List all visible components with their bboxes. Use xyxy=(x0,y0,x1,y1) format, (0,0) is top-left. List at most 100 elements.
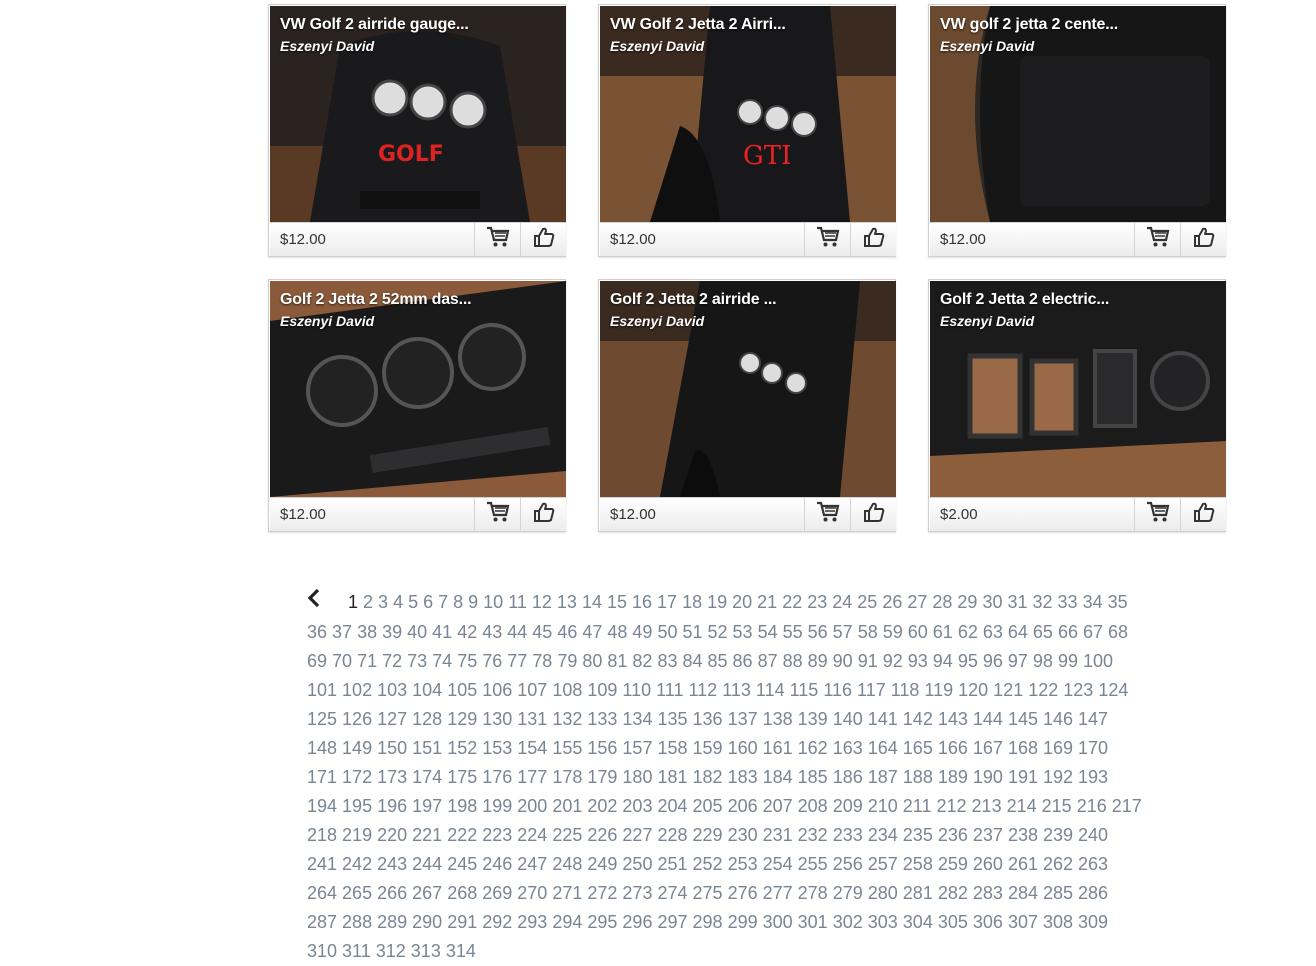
page-link[interactable]: 234 xyxy=(868,821,898,850)
page-link[interactable]: 279 xyxy=(833,879,863,908)
product-title[interactable]: VW golf 2 jetta 2 cente... xyxy=(940,16,1118,34)
page-link[interactable]: 39 xyxy=(382,618,402,647)
page-link[interactable]: 173 xyxy=(377,763,407,792)
page-link[interactable]: 9 xyxy=(468,588,478,617)
page-link[interactable]: 107 xyxy=(517,676,547,705)
page-link[interactable]: 169 xyxy=(1043,734,1073,763)
page-link[interactable]: 166 xyxy=(938,734,968,763)
page-link[interactable]: 23 xyxy=(807,588,827,617)
page-link[interactable]: 265 xyxy=(342,879,372,908)
product-title[interactable]: Golf 2 Jetta 2 airride ... xyxy=(610,291,777,309)
page-link[interactable]: 87 xyxy=(758,647,778,676)
page-link[interactable]: 178 xyxy=(552,763,582,792)
product-title[interactable]: VW Golf 2 airride gauge... xyxy=(280,16,469,34)
page-link[interactable]: 199 xyxy=(482,792,512,821)
product-title[interactable]: VW Golf 2 Jetta 2 Airri... xyxy=(610,16,786,34)
page-link[interactable]: 117 xyxy=(857,676,886,705)
page-link[interactable]: 13 xyxy=(557,588,577,617)
page-link[interactable]: 62 xyxy=(958,618,978,647)
page-link[interactable]: 2 xyxy=(363,588,373,617)
page-link[interactable]: 99 xyxy=(1058,647,1078,676)
page-link[interactable]: 81 xyxy=(607,647,627,676)
page-link[interactable]: 46 xyxy=(557,618,577,647)
product-card[interactable]: Golf 2 Jetta 2 airride ... Eszenyi David… xyxy=(598,279,896,532)
page-link[interactable]: 202 xyxy=(587,792,617,821)
page-link[interactable]: 186 xyxy=(833,763,863,792)
page-link[interactable]: 249 xyxy=(587,850,617,879)
page-link[interactable]: 230 xyxy=(728,821,758,850)
page-link[interactable]: 19 xyxy=(707,588,727,617)
page-link[interactable]: 124 xyxy=(1098,676,1128,705)
page-link[interactable]: 129 xyxy=(447,705,477,734)
page-link[interactable]: 308 xyxy=(1043,908,1073,937)
page-link[interactable]: 136 xyxy=(693,705,723,734)
page-link[interactable]: 123 xyxy=(1063,676,1093,705)
page-link[interactable]: 5 xyxy=(408,588,418,617)
page-link[interactable]: 162 xyxy=(798,734,828,763)
page-link[interactable]: 66 xyxy=(1058,618,1078,647)
page-link[interactable]: 144 xyxy=(973,705,1003,734)
page-link[interactable]: 133 xyxy=(587,705,617,734)
page-link[interactable]: 241 xyxy=(307,850,337,879)
page-link[interactable]: 58 xyxy=(858,618,878,647)
page-link[interactable]: 313 xyxy=(411,937,441,966)
page-link[interactable]: 59 xyxy=(883,618,903,647)
page-link[interactable]: 221 xyxy=(412,821,442,850)
page-link[interactable]: 227 xyxy=(622,821,652,850)
page-link[interactable]: 250 xyxy=(622,850,652,879)
page-link[interactable]: 208 xyxy=(798,792,828,821)
page-link[interactable]: 193 xyxy=(1078,763,1108,792)
page-link[interactable]: 57 xyxy=(833,618,853,647)
page-link[interactable]: 86 xyxy=(733,647,753,676)
page-link[interactable]: 292 xyxy=(482,908,512,937)
page-link[interactable]: 21 xyxy=(757,588,777,617)
page-link[interactable]: 254 xyxy=(763,850,793,879)
page-link[interactable]: 310 xyxy=(307,937,337,966)
page-link[interactable]: 233 xyxy=(833,821,863,850)
product-card[interactable]: GOLF VW Golf 2 airride gauge... Eszenyi … xyxy=(268,4,566,257)
page-link[interactable]: 298 xyxy=(693,908,723,937)
page-link[interactable]: 74 xyxy=(432,647,452,676)
page-link[interactable]: 305 xyxy=(938,908,968,937)
page-link[interactable]: 101 xyxy=(307,676,337,705)
page-link[interactable]: 174 xyxy=(412,763,442,792)
page-link[interactable]: 138 xyxy=(763,705,793,734)
page-link[interactable]: 37 xyxy=(332,618,352,647)
product-card[interactable]: Golf 2 Jetta 2 52mm das... Eszenyi David… xyxy=(268,279,566,532)
page-link[interactable]: 303 xyxy=(868,908,898,937)
page-link[interactable]: 25 xyxy=(857,588,877,617)
page-link[interactable]: 281 xyxy=(903,879,933,908)
page-link[interactable]: 237 xyxy=(973,821,1003,850)
page-link[interactable]: 188 xyxy=(903,763,933,792)
page-link[interactable]: 285 xyxy=(1043,879,1073,908)
page-link[interactable]: 143 xyxy=(938,705,968,734)
page-link[interactable]: 289 xyxy=(377,908,407,937)
page-link[interactable]: 122 xyxy=(1028,676,1058,705)
page-link[interactable]: 130 xyxy=(482,705,512,734)
product-author[interactable]: Eszenyi David xyxy=(610,313,704,329)
page-link[interactable]: 24 xyxy=(832,588,852,617)
page-link[interactable]: 223 xyxy=(482,821,512,850)
page-link[interactable]: 80 xyxy=(582,647,602,676)
page-link[interactable]: 156 xyxy=(587,734,617,763)
page-link[interactable]: 34 xyxy=(1083,588,1103,617)
page-link[interactable]: 307 xyxy=(1008,908,1038,937)
product-title[interactable]: Golf 2 Jetta 2 electric... xyxy=(940,291,1109,309)
page-link[interactable]: 198 xyxy=(447,792,477,821)
page-link[interactable]: 33 xyxy=(1058,588,1078,617)
page-link[interactable]: 45 xyxy=(532,618,552,647)
page-link[interactable]: 190 xyxy=(973,763,1003,792)
page-link[interactable]: 176 xyxy=(482,763,512,792)
page-link[interactable]: 53 xyxy=(733,618,753,647)
page-link[interactable]: 64 xyxy=(1008,618,1028,647)
page-link[interactable]: 119 xyxy=(924,676,953,705)
page-link[interactable]: 65 xyxy=(1033,618,1053,647)
page-link[interactable]: 30 xyxy=(982,588,1002,617)
page-link[interactable]: 152 xyxy=(447,734,477,763)
page-link[interactable]: 146 xyxy=(1043,705,1073,734)
page-link[interactable]: 48 xyxy=(607,618,627,647)
page-link[interactable]: 222 xyxy=(447,821,477,850)
page-link[interactable]: 141 xyxy=(868,705,898,734)
page-link[interactable]: 14 xyxy=(582,588,602,617)
page-link[interactable]: 131 xyxy=(517,705,547,734)
